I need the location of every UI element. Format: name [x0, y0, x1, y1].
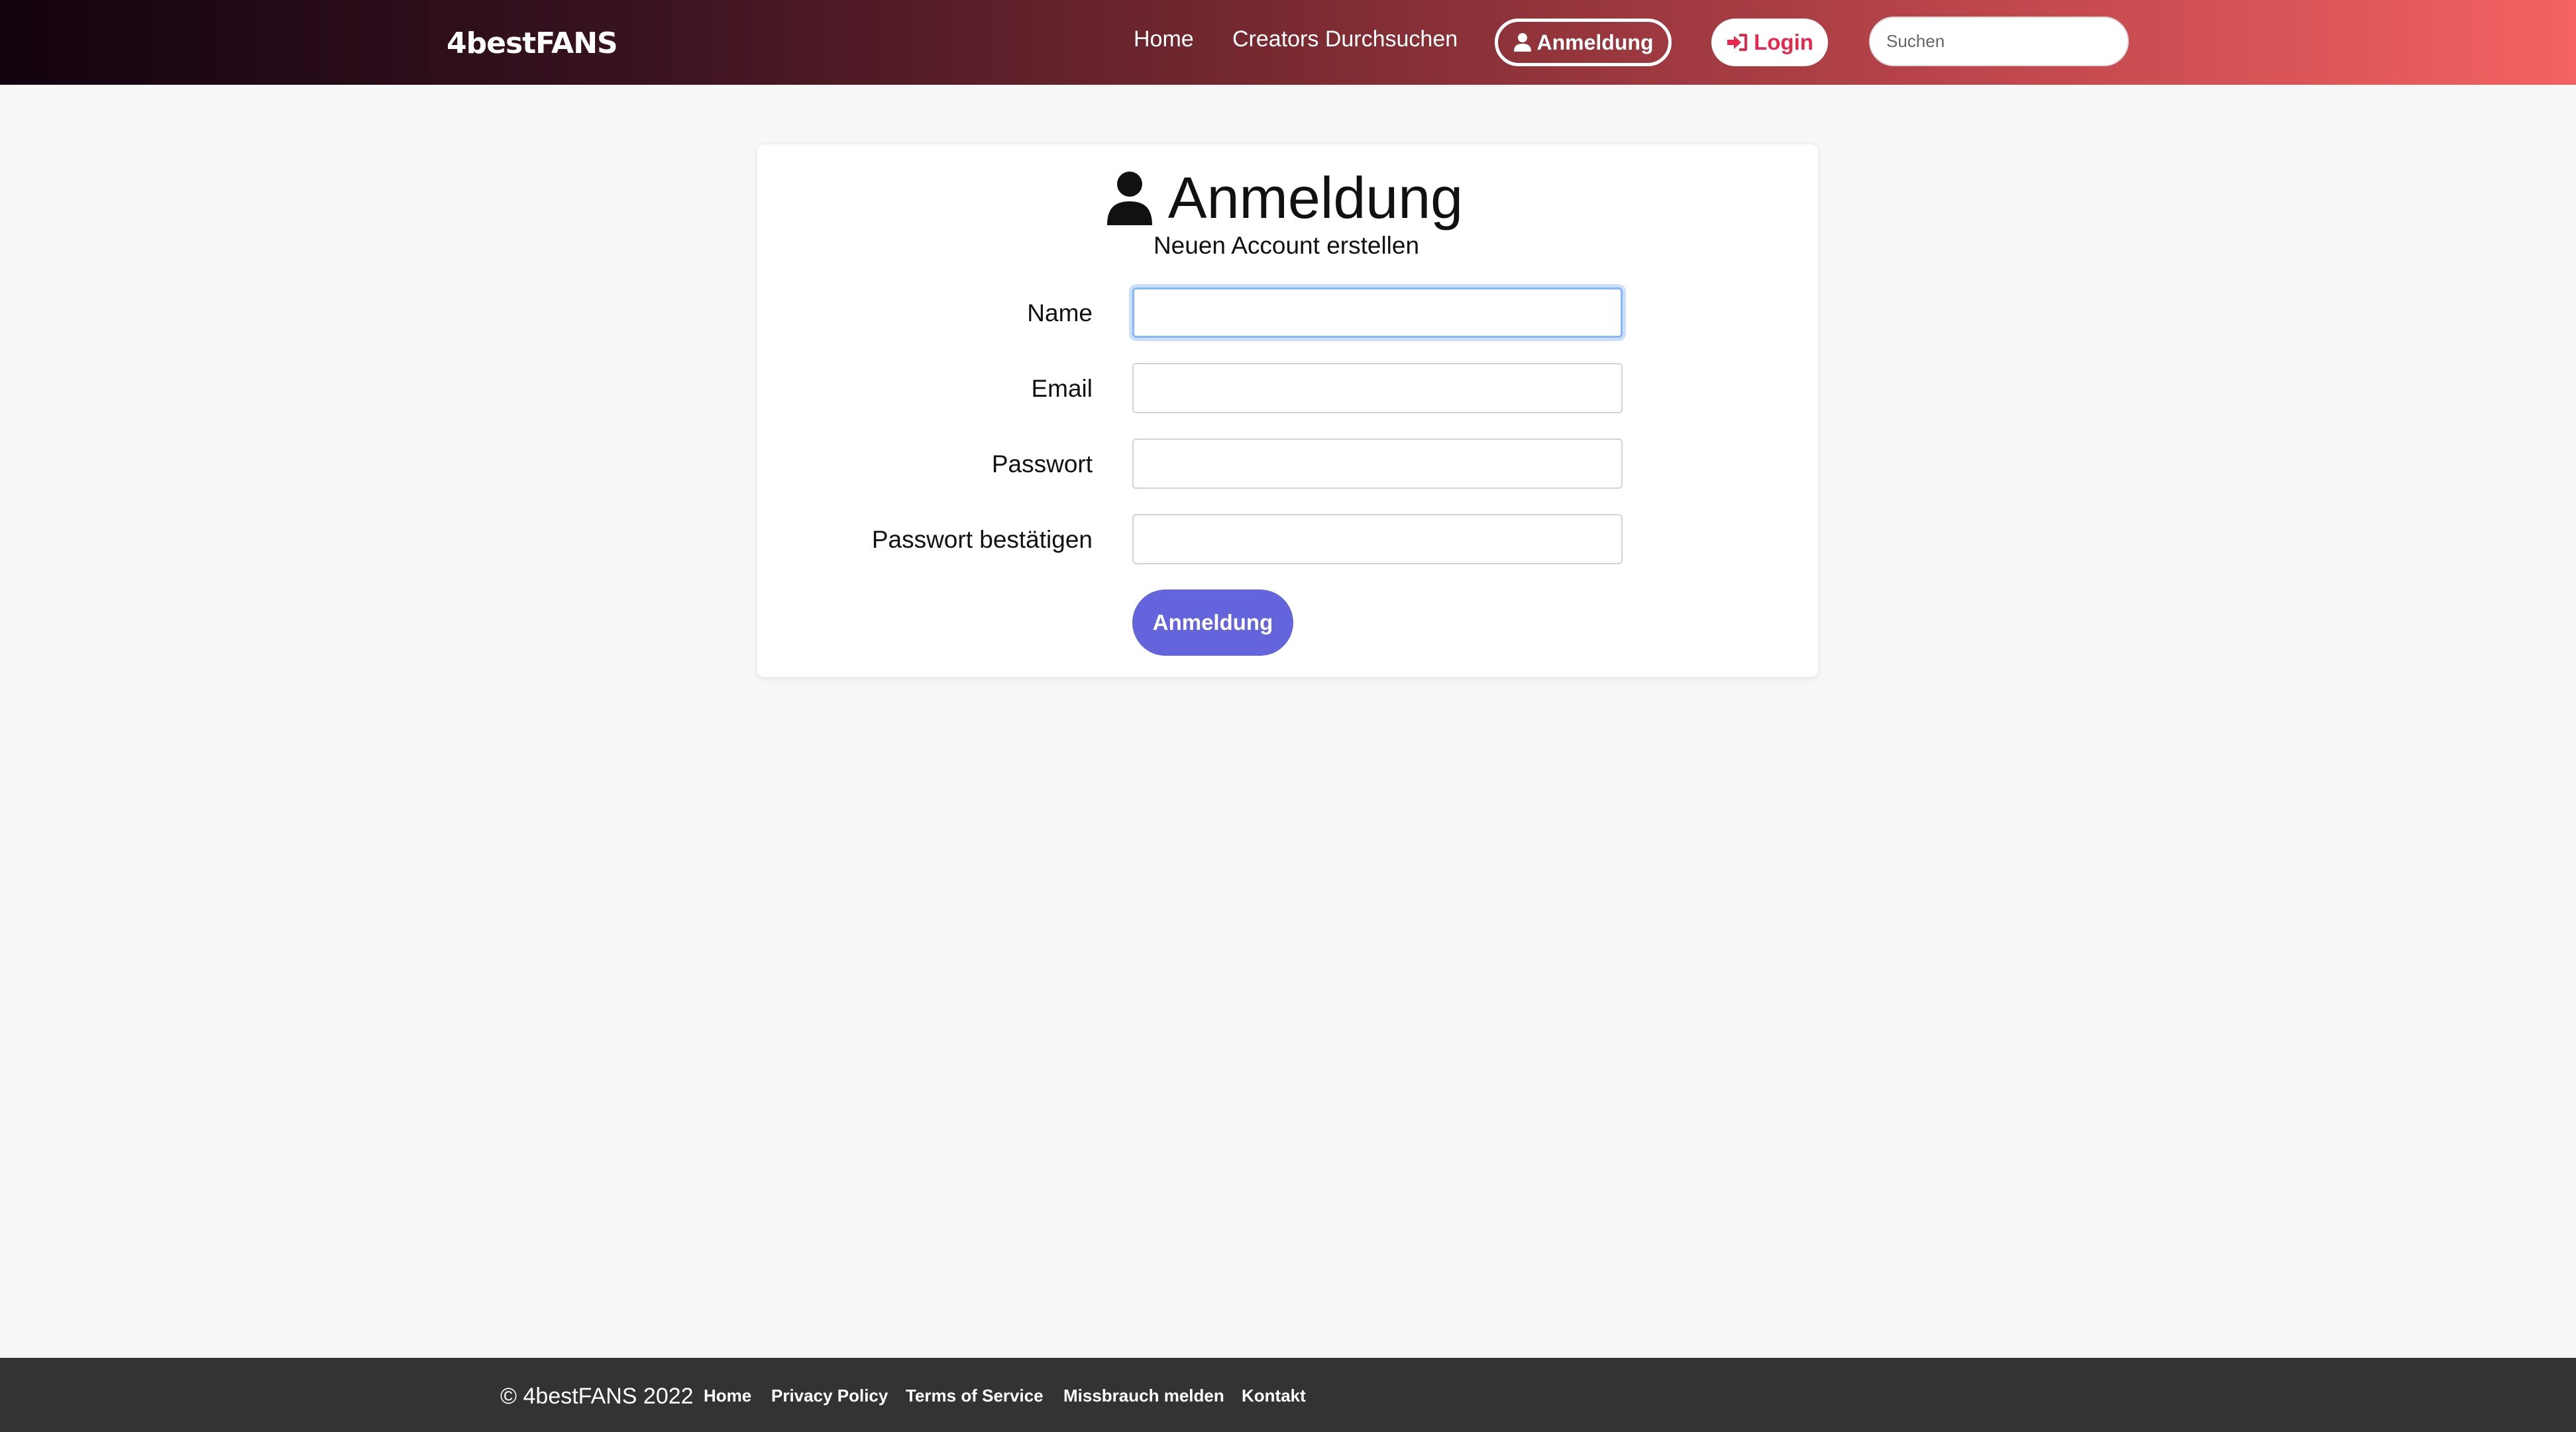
page-subtitle: Neuen Account erstellen	[1153, 232, 1420, 259]
nav-login-button[interactable]: Login	[1711, 19, 1828, 66]
nav-home-link[interactable]: Home	[1134, 26, 1194, 52]
nav-register-label: Anmeldung	[1536, 30, 1654, 54]
page-title: Anmeldung	[1167, 165, 1464, 230]
copyright-text: © 4bestFANS 2022	[500, 1384, 694, 1409]
email-label: Email	[1031, 375, 1093, 402]
footer-link-contact[interactable]: Kontakt	[1242, 1386, 1306, 1406]
nav-creators-link[interactable]: Creators Durchsuchen	[1232, 26, 1458, 52]
sign-in-icon	[1727, 34, 1748, 51]
footer-link-home[interactable]: Home	[704, 1386, 751, 1406]
password-confirm-field[interactable]	[1132, 514, 1623, 564]
name-label: Name	[1027, 299, 1093, 327]
form-row-name: Name	[757, 287, 1818, 338]
user-icon	[1106, 172, 1152, 225]
footer: © 4bestFANS 2022 Home Privacy Policy Ter…	[0, 1358, 2576, 1432]
email-field[interactable]	[1132, 363, 1623, 413]
user-icon	[1513, 33, 1531, 52]
footer-link-report-abuse[interactable]: Missbrauch melden	[1063, 1386, 1224, 1406]
register-submit-button[interactable]: Anmeldung	[1132, 589, 1293, 656]
footer-link-privacy[interactable]: Privacy Policy	[771, 1386, 888, 1406]
top-navbar: 4bestFANS Home Creators Durchsuchen Anme…	[0, 0, 2576, 85]
brand-logo[interactable]: 4bestFANS	[447, 26, 618, 60]
nav-register-button[interactable]: Anmeldung	[1495, 19, 1672, 66]
search-input[interactable]	[1869, 17, 2129, 66]
form-row-password: Passwort	[757, 438, 1818, 489]
registration-card: Anmeldung Neuen Account erstellen Name E…	[757, 144, 1819, 678]
password-confirm-label: Passwort bestätigen	[871, 526, 1093, 553]
nav-login-label: Login	[1754, 30, 1813, 54]
footer-link-terms[interactable]: Terms of Service	[906, 1386, 1044, 1406]
password-field[interactable]	[1132, 438, 1623, 489]
form-row-password-confirm: Passwort bestätigen	[757, 514, 1818, 564]
form-row-email: Email	[757, 363, 1818, 413]
password-label: Passwort	[991, 450, 1093, 478]
card-title-row: Anmeldung	[757, 164, 1818, 232]
name-field[interactable]	[1132, 287, 1623, 338]
